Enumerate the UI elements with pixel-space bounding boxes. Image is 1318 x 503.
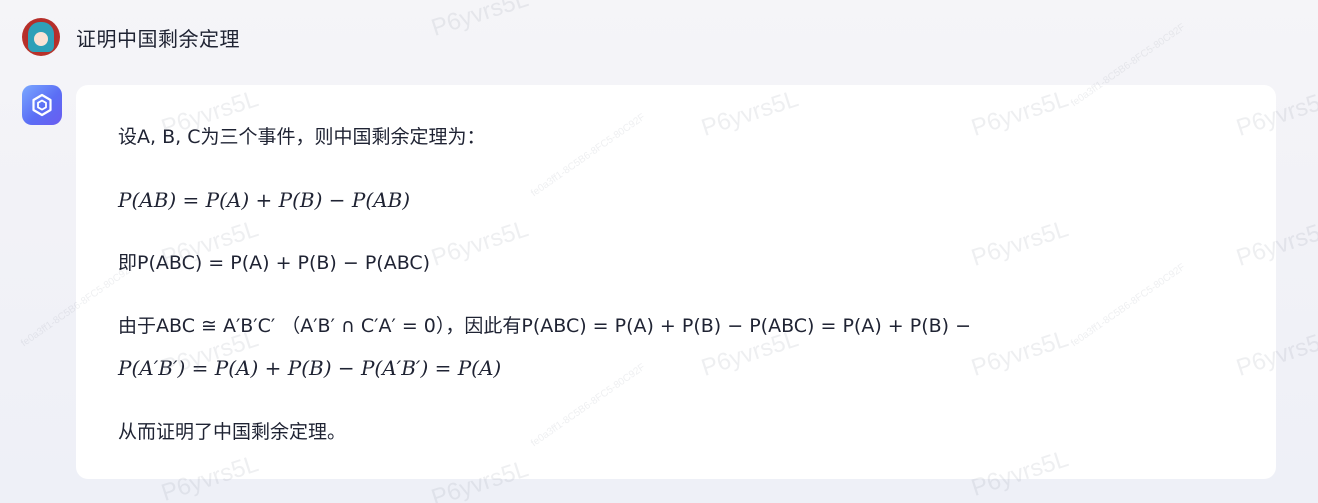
user-question-text: 证明中国剩余定理 [76,26,240,51]
answer-formula-1: P(AB) = P(A) + P(B) − P(AB) [118,188,411,212]
answer-paragraph-derivation: 由于ABC ≅ A′B′C′ （A′B′ ∩ C′A′ = 0），因此有P(AB… [118,315,972,337]
answer-formula-2: 即P(ABC) = P(A) + P(B) − P(ABC) [118,252,431,274]
user-message-row: 证明中国剩余定理 [22,18,240,56]
hexagon-cube-icon [32,93,52,117]
answer-paragraph-conclusion: 从而证明了中国剩余定理。 [118,421,347,443]
watermark-text: P6yvrs5L [428,0,532,42]
assistant-logo-icon [22,85,62,125]
anime-avatar-icon[interactable] [22,18,60,56]
answer-paragraph-intro: 设A, B, C为三个事件，则中国剩余定理为： [118,126,486,148]
answer-paragraph-derivation-cont: P(A′B′) = P(A) + P(B) − P(A′B′) = P(A) [118,356,502,380]
assistant-answer-card: 设A, B, C为三个事件，则中国剩余定理为： P(AB) = P(A) + P… [76,85,1276,479]
